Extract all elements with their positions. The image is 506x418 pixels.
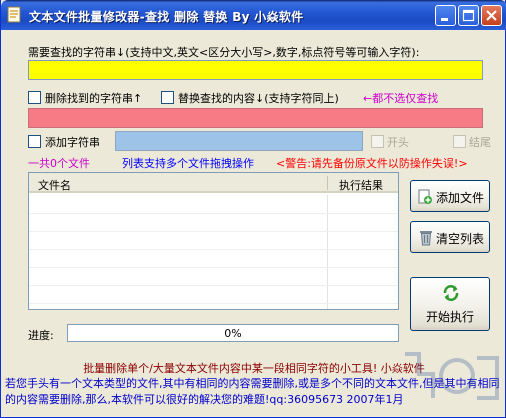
row-gridline — [29, 231, 398, 232]
title-bar[interactable]: 文本文件批量修改器-查找 删除 替换 By 小焱软件 — [1, 0, 506, 30]
add-file-label: 添加文件 — [436, 191, 485, 205]
minimize-icon — [441, 18, 448, 21]
watermark-logo — [405, 352, 499, 400]
app-icon — [7, 6, 21, 23]
replace-label: 替换查找的内容↓(支持字符同上) — [178, 92, 339, 105]
column-filename[interactable]: 文件名 — [38, 177, 71, 193]
app-window: 文本文件批量修改器-查找 删除 替换 By 小焱软件 需要查找的字符串↓(支持中… — [0, 0, 506, 418]
row-gridline — [29, 303, 398, 304]
file-list-header: 文件名 执行结果 — [29, 173, 398, 193]
trash-icon — [420, 231, 432, 246]
file-count: 一共0个文件 — [28, 157, 90, 170]
delete-checkbox[interactable] — [28, 91, 41, 104]
replace-hint: ←都不选仅查找 — [363, 92, 439, 105]
maximize-button[interactable] — [458, 5, 479, 26]
column-result[interactable]: 执行结果 — [339, 177, 383, 193]
head-label: 开头 — [387, 136, 409, 149]
clear-list-label: 清空列表 — [436, 232, 485, 246]
replace-checkbox[interactable] — [161, 91, 174, 104]
tail-label: 结尾 — [469, 136, 491, 149]
find-input[interactable] — [28, 60, 483, 80]
head-checkbox[interactable] — [371, 135, 384, 148]
refresh-icon — [443, 285, 459, 301]
row-gridline — [29, 267, 398, 268]
progress-bar: 0% — [67, 324, 399, 342]
close-icon — [486, 10, 497, 21]
maximize-icon — [462, 9, 475, 22]
add-string-label: 添加字符串 — [45, 136, 100, 149]
add-file-button[interactable]: 添加文件 — [410, 180, 490, 212]
window-title: 文本文件批量修改器-查找 删除 替换 By 小焱软件 — [29, 10, 304, 24]
file-list[interactable]: 文件名 执行结果 — [28, 172, 399, 310]
close-button[interactable] — [481, 5, 502, 26]
warning-text: <警告:请先备份原文件以防操作失误!> — [276, 157, 468, 170]
add-file-icon — [418, 189, 432, 204]
row-gridline — [29, 213, 398, 214]
start-button[interactable]: 开始执行 — [410, 277, 490, 331]
delete-label: 删除找到的字符串↑ — [45, 92, 143, 105]
minimize-button[interactable] — [435, 5, 456, 26]
add-string-checkbox[interactable] — [28, 135, 41, 148]
drag-hint: 列表支持多个文件拖拽操作 — [122, 157, 254, 170]
replace-input[interactable] — [28, 108, 483, 128]
add-string-input[interactable] — [115, 131, 363, 151]
start-label: 开始执行 — [426, 310, 475, 324]
clear-list-button[interactable]: 清空列表 — [410, 221, 490, 253]
row-gridline — [29, 285, 398, 286]
progress-label: 进度: — [28, 329, 54, 342]
progress-text: 0% — [224, 327, 242, 340]
find-label: 需要查找的字符串↓(支持中文,英文<区分大小写>,数字,标点符号等可输入字符): — [28, 46, 420, 59]
tail-checkbox[interactable] — [453, 135, 466, 148]
row-gridline — [29, 249, 398, 250]
column-separator[interactable] — [327, 176, 328, 190]
